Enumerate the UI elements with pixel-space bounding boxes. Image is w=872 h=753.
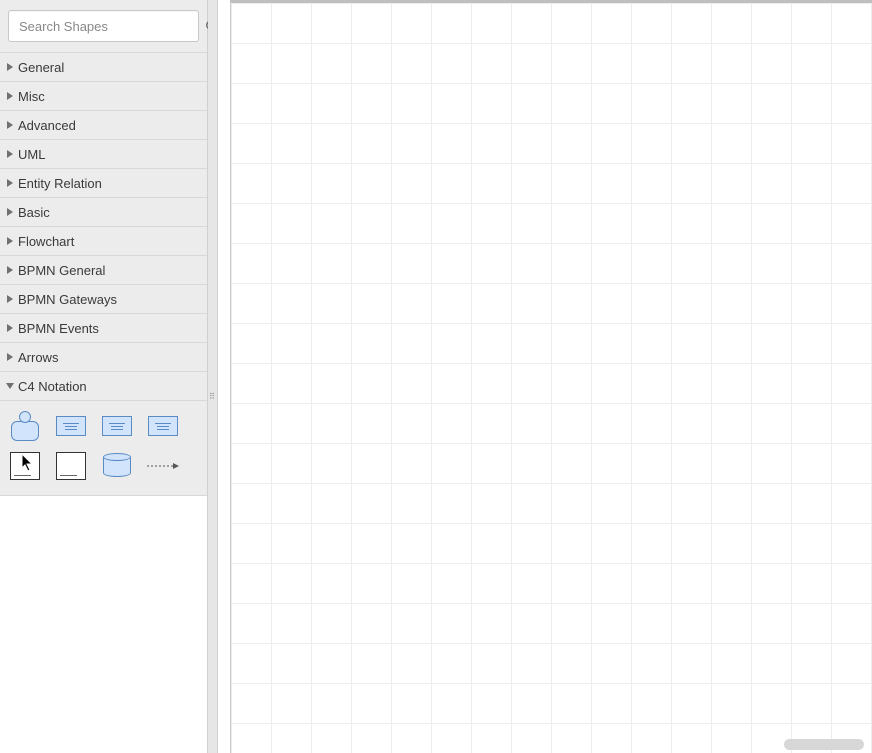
- shape-c4-database[interactable]: [100, 451, 134, 481]
- category-label: Arrows: [18, 350, 58, 365]
- category-label: Flowchart: [18, 234, 74, 249]
- search-box[interactable]: [8, 10, 199, 42]
- search-section: [0, 0, 207, 53]
- category-label: Advanced: [18, 118, 76, 133]
- category-label: UML: [18, 147, 45, 162]
- category-list: General Misc Advanced UML Entity Relatio…: [0, 53, 207, 496]
- category-bpmn-general[interactable]: BPMN General: [0, 256, 207, 285]
- chevron-right-icon: [4, 177, 16, 189]
- chevron-down-icon: [4, 380, 16, 392]
- category-label: Basic: [18, 205, 50, 220]
- category-flowchart[interactable]: Flowchart: [0, 227, 207, 256]
- drag-handle-icon: ⠿: [209, 392, 216, 401]
- shape-sidebar: General Misc Advanced UML Entity Relatio…: [0, 0, 208, 753]
- chevron-right-icon: [4, 293, 16, 305]
- search-input[interactable]: [9, 19, 205, 34]
- canvas-viewport[interactable]: [218, 0, 872, 753]
- chevron-right-icon: [4, 264, 16, 276]
- category-misc[interactable]: Misc: [0, 82, 207, 111]
- shape-c4-software-system[interactable]: [54, 411, 88, 441]
- category-label: Misc: [18, 89, 45, 104]
- chevron-right-icon: [4, 119, 16, 131]
- shape-c4-component[interactable]: [146, 411, 180, 441]
- category-general[interactable]: General: [0, 53, 207, 82]
- category-arrows[interactable]: Arrows: [0, 343, 207, 372]
- c4-shapes-palette: [0, 401, 207, 496]
- category-entity-relation[interactable]: Entity Relation: [0, 169, 207, 198]
- shape-c4-container[interactable]: [100, 411, 134, 441]
- category-label: BPMN General: [18, 263, 105, 278]
- shape-c4-system-scope-boundary[interactable]: [8, 451, 42, 481]
- chevron-right-icon: [4, 148, 16, 160]
- shape-c4-container-scope-boundary[interactable]: [54, 451, 88, 481]
- category-label: Entity Relation: [18, 176, 102, 191]
- chevron-right-icon: [4, 351, 16, 363]
- chevron-right-icon: [4, 322, 16, 334]
- horizontal-scrollbar-thumb[interactable]: [784, 739, 864, 750]
- chevron-right-icon: [4, 206, 16, 218]
- canvas-grid[interactable]: [230, 0, 872, 753]
- category-basic[interactable]: Basic: [0, 198, 207, 227]
- category-c4-notation[interactable]: C4 Notation: [0, 372, 207, 401]
- sidebar-empty-area: [0, 496, 207, 753]
- shape-c4-person[interactable]: [8, 411, 42, 441]
- chevron-right-icon: [4, 90, 16, 102]
- category-label: BPMN Gateways: [18, 292, 117, 307]
- category-uml[interactable]: UML: [0, 140, 207, 169]
- shape-c4-relationship[interactable]: [146, 451, 180, 481]
- sidebar-resize-gutter[interactable]: ⠿: [208, 0, 218, 753]
- category-advanced[interactable]: Advanced: [0, 111, 207, 140]
- category-bpmn-events[interactable]: BPMN Events: [0, 314, 207, 343]
- category-label: C4 Notation: [18, 379, 87, 394]
- category-label: BPMN Events: [18, 321, 99, 336]
- category-bpmn-gateways[interactable]: BPMN Gateways: [0, 285, 207, 314]
- chevron-right-icon: [4, 235, 16, 247]
- chevron-right-icon: [4, 61, 16, 73]
- category-label: General: [18, 60, 64, 75]
